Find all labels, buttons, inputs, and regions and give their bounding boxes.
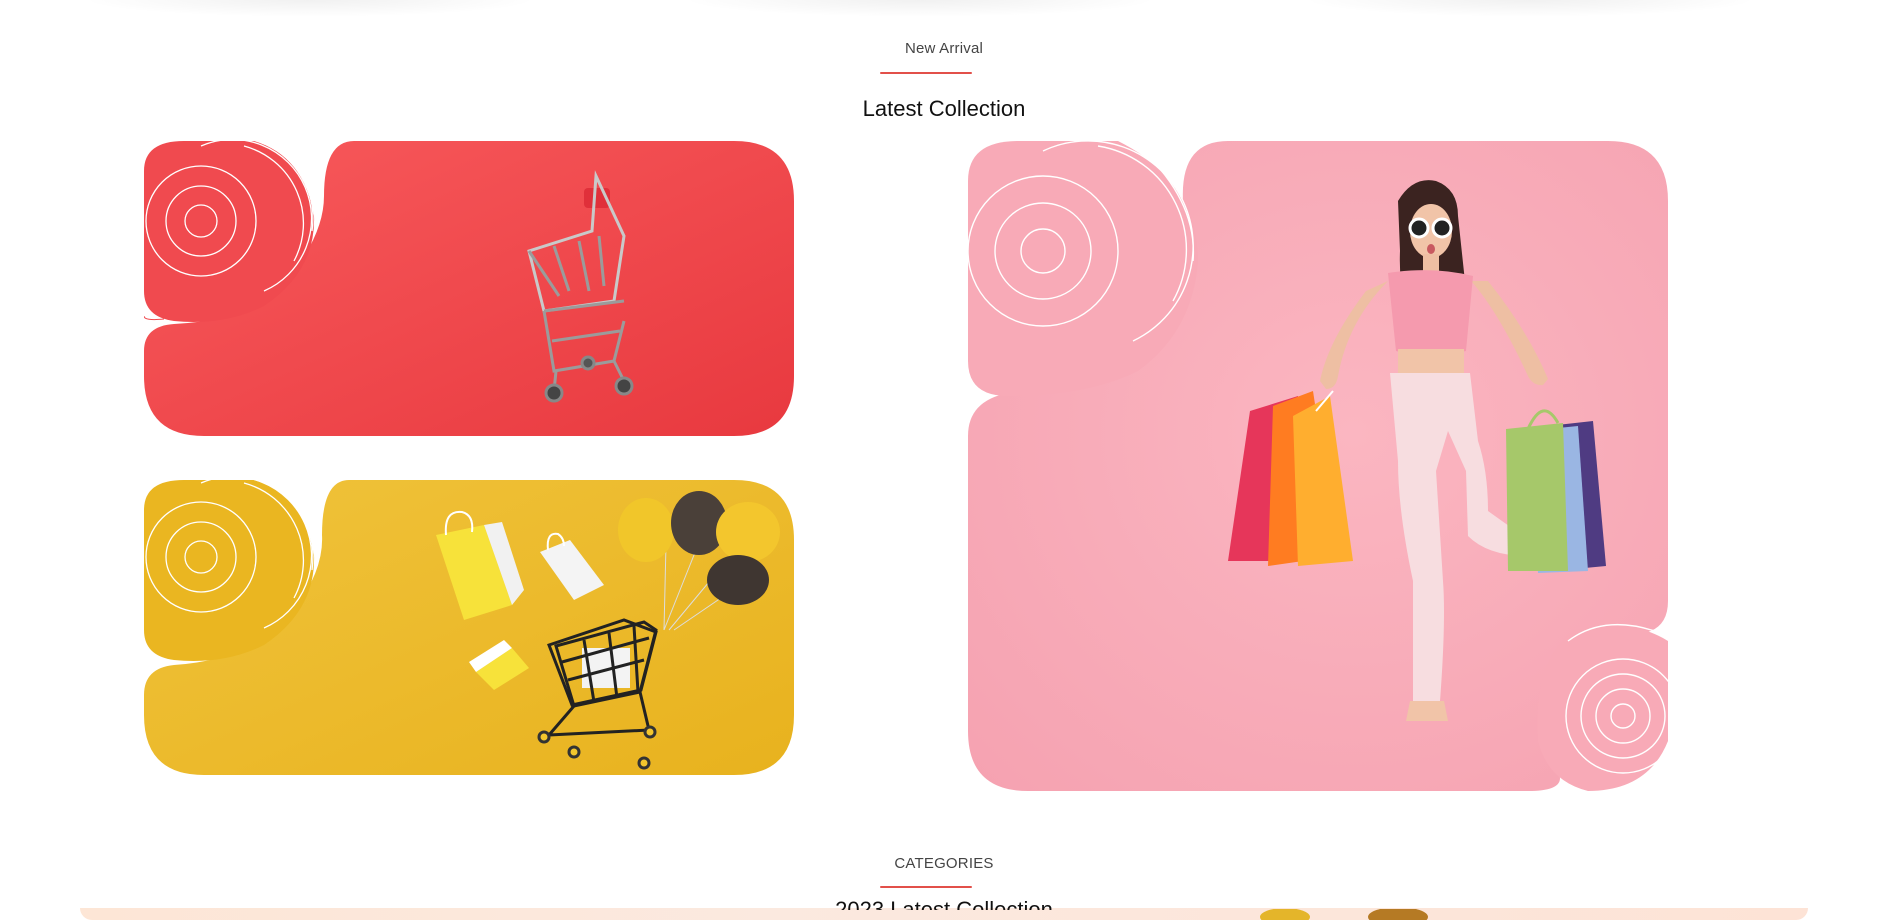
previous-card-shadow bbox=[90, 0, 530, 16]
eyebrow-underline bbox=[880, 886, 972, 888]
red-cart-promo-card[interactable] bbox=[144, 141, 794, 436]
section-title-2023-latest-collection: 2023 Latest Collection bbox=[835, 897, 1053, 910]
eyebrow-underline bbox=[880, 72, 972, 74]
yellow-cart-promo-card[interactable] bbox=[144, 480, 794, 775]
previous-card-shadow bbox=[690, 0, 1150, 16]
section-eyebrow-new-arrival: New Arrival bbox=[904, 40, 984, 57]
red-card-graphic bbox=[144, 141, 794, 436]
category-banner-graphic bbox=[1260, 908, 1428, 920]
pink-card-graphic bbox=[968, 141, 1668, 791]
yellow-card-graphic bbox=[144, 480, 794, 775]
previous-card-shadow bbox=[1310, 0, 1750, 16]
section-title-latest-collection: Latest Collection bbox=[862, 96, 1026, 121]
pink-shopper-promo-card[interactable] bbox=[968, 141, 1668, 791]
section-eyebrow-categories: CATEGORIES bbox=[894, 855, 994, 872]
